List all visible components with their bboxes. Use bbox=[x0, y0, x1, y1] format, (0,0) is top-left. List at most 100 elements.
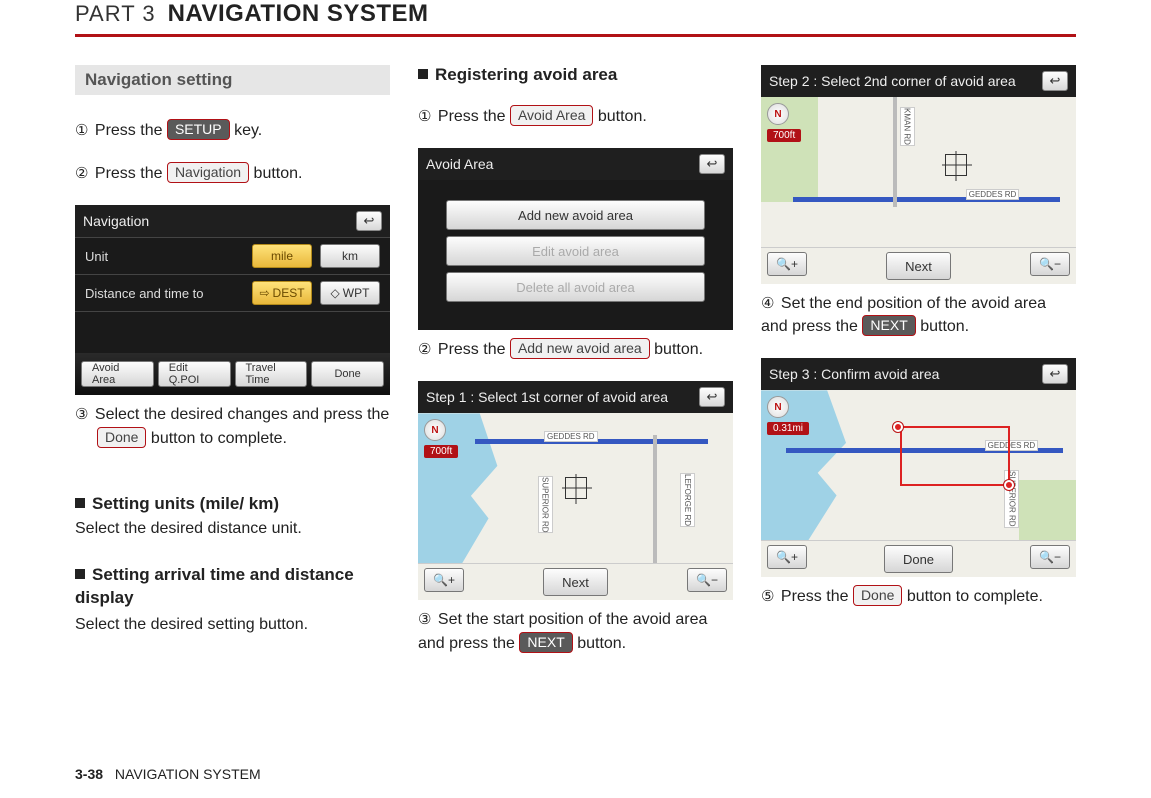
map-area[interactable]: GEDDES RD KMAN RD N 700ft bbox=[761, 97, 1076, 247]
zoom-in-button[interactable]: 🔍+ bbox=[767, 252, 807, 276]
back-icon[interactable]: ↩ bbox=[1042, 364, 1068, 384]
navigation-button-chip: Navigation bbox=[167, 162, 249, 183]
unit-mile-button[interactable]: mile bbox=[252, 244, 312, 268]
next-button-chip: NEXT bbox=[862, 315, 915, 336]
wpt-button[interactable]: ◇WPT bbox=[320, 281, 380, 305]
next-button[interactable]: Next bbox=[543, 568, 608, 596]
screenshot-avoid-step1: Step 1 : Select 1st corner of avoid area… bbox=[418, 381, 733, 600]
compass-icon[interactable]: N bbox=[767, 103, 789, 125]
column-3: Step 2 : Select 2nd corner of avoid area… bbox=[761, 65, 1076, 675]
step-1: ① Press the SETUP key. bbox=[75, 119, 390, 142]
subheading-register-avoid-text: Registering avoid area bbox=[435, 65, 617, 84]
travel-time-button[interactable]: Travel Time bbox=[235, 361, 308, 387]
zoom-in-button[interactable]: 🔍+ bbox=[767, 545, 807, 569]
step-number-2: ② bbox=[75, 163, 88, 185]
subheading-units-text: Setting units (mile/ km) bbox=[92, 494, 279, 513]
map-scale: 700ft bbox=[424, 445, 458, 458]
step-3-text-a: Select the desired changes and press the bbox=[95, 406, 389, 423]
column-2: Registering avoid area ① Press the Avoid… bbox=[418, 65, 733, 675]
step-3-text-b: button to complete. bbox=[146, 430, 287, 447]
col2-step3-b: button. bbox=[573, 635, 626, 652]
magnifier-plus-icon: 🔍 bbox=[776, 550, 791, 564]
subheading-register-avoid: Registering avoid area bbox=[418, 65, 733, 85]
part-label: PART 3 bbox=[75, 1, 156, 27]
dest-button[interactable]: ⇨DEST bbox=[252, 281, 312, 305]
zoom-out-button[interactable]: 🔍− bbox=[1030, 252, 1070, 276]
screenshot-title: Step 2 : Select 2nd corner of avoid area bbox=[769, 73, 1016, 89]
delete-all-avoid-area-button[interactable]: Delete all avoid area bbox=[446, 272, 705, 302]
next-button[interactable]: Next bbox=[886, 252, 951, 280]
section-heading: Navigation setting bbox=[85, 70, 232, 89]
col2-step-2: ② Press the Add new avoid area button. bbox=[418, 338, 733, 361]
edit-avoid-area-button[interactable]: Edit avoid area bbox=[446, 236, 705, 266]
magnifier-minus-icon: 🔍 bbox=[696, 573, 711, 587]
col2-step1-a: Press the bbox=[438, 108, 510, 125]
plus-icon: + bbox=[791, 550, 798, 564]
road-label: GEDDES RD bbox=[966, 189, 1020, 200]
col2-step2-b: button. bbox=[650, 341, 703, 358]
screenshot-avoid-step3: Step 3 : Confirm avoid area ↩ GEDDES RD … bbox=[761, 358, 1076, 577]
zoom-out-button[interactable]: 🔍− bbox=[1030, 545, 1070, 569]
step-3: ③ Select the desired changes and press t… bbox=[75, 403, 390, 449]
square-bullet-icon bbox=[75, 569, 85, 579]
subtext-units: Select the desired distance unit. bbox=[75, 520, 390, 538]
road-label: KMAN RD bbox=[900, 107, 915, 146]
col3-step5-a: Press the bbox=[781, 588, 853, 605]
plus-icon: + bbox=[448, 573, 455, 587]
footer-label: NAVIGATION SYSTEM bbox=[115, 766, 261, 782]
screenshot-title: Avoid Area bbox=[426, 156, 493, 172]
step-number-1: ① bbox=[75, 120, 88, 142]
col2-step-1: ① Press the Avoid Area button. bbox=[418, 105, 733, 128]
square-bullet-icon bbox=[75, 498, 85, 508]
map-area[interactable]: GEDDES RD SUPERIOR RD N 0.31mi bbox=[761, 390, 1076, 540]
minus-icon: − bbox=[711, 573, 718, 587]
avoid-area-button-chip: Avoid Area bbox=[510, 105, 593, 126]
square-bullet-icon bbox=[418, 69, 428, 79]
map-road bbox=[653, 435, 657, 563]
col2-step2-a: Press the bbox=[438, 341, 510, 358]
avoid-area-button[interactable]: Avoid Area bbox=[81, 361, 154, 387]
page-title: NAVIGATION SYSTEM bbox=[168, 0, 429, 28]
add-new-avoid-area-chip: Add new avoid area bbox=[510, 338, 650, 359]
col2-step1-b: button. bbox=[593, 108, 646, 125]
edit-qpoi-button[interactable]: Edit Q.POI bbox=[158, 361, 231, 387]
map-area[interactable]: GEDDES RD LEFORGE RD SUPERIOR RD N 700ft bbox=[418, 413, 733, 563]
page-footer: 3-38 NAVIGATION SYSTEM bbox=[75, 766, 261, 782]
col3-step-5: ⑤ Press the Done button to complete. bbox=[761, 585, 1076, 608]
subheading-arrival-text: Setting arrival time and distance displa… bbox=[75, 565, 354, 607]
unit-km-button[interactable]: km bbox=[320, 244, 380, 268]
page-number: 3-38 bbox=[75, 766, 103, 782]
step-number-4: ④ bbox=[761, 293, 774, 315]
zoom-out-button[interactable]: 🔍− bbox=[687, 568, 727, 592]
subtext-arrival: Select the desired setting button. bbox=[75, 616, 390, 634]
back-icon[interactable]: ↩ bbox=[699, 154, 725, 174]
dest-label: DEST bbox=[273, 286, 305, 300]
back-icon[interactable]: ↩ bbox=[356, 211, 382, 231]
minus-icon: − bbox=[1054, 550, 1061, 564]
done-button-chip: Done bbox=[97, 427, 146, 448]
map-road bbox=[793, 197, 1061, 202]
road-label: SUPERIOR RD bbox=[538, 476, 553, 534]
minus-icon: − bbox=[1054, 257, 1061, 271]
step-number-2: ② bbox=[418, 339, 431, 361]
add-new-avoid-area-button[interactable]: Add new avoid area bbox=[446, 200, 705, 230]
back-icon[interactable]: ↩ bbox=[699, 387, 725, 407]
col2-step-3: ③ Set the start position of the avoid ar… bbox=[418, 608, 733, 654]
map-road bbox=[893, 97, 897, 207]
avoid-area-box bbox=[900, 426, 1010, 486]
zoom-in-button[interactable]: 🔍+ bbox=[424, 568, 464, 592]
avoid-corner-dot bbox=[1004, 480, 1014, 490]
screenshot-avoid-step2: Step 2 : Select 2nd corner of avoid area… bbox=[761, 65, 1076, 284]
crosshair-icon bbox=[945, 154, 967, 176]
step-2: ② Press the Navigation button. bbox=[75, 162, 390, 185]
wpt-icon: ◇ bbox=[331, 286, 340, 300]
step-2-text-a: Press the bbox=[95, 165, 167, 182]
done-button[interactable]: Done bbox=[311, 361, 384, 387]
back-icon[interactable]: ↩ bbox=[1042, 71, 1068, 91]
row-distance-label: Distance and time to bbox=[85, 286, 244, 301]
step-number-3: ③ bbox=[75, 404, 88, 426]
col3-step5-b: button to complete. bbox=[902, 588, 1043, 605]
done-button[interactable]: Done bbox=[884, 545, 953, 573]
map-green bbox=[1019, 480, 1076, 540]
column-1: Navigation setting ① Press the SETUP key… bbox=[75, 65, 390, 675]
